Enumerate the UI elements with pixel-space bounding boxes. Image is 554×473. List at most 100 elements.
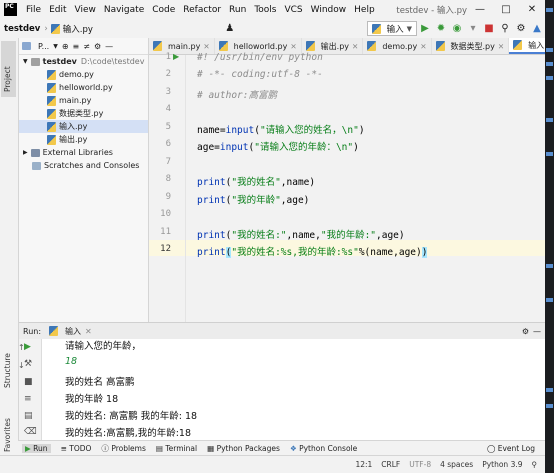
menu-navigate[interactable]: Navigate xyxy=(100,5,148,15)
tab-python-packages[interactable]: ▦ Python Packages xyxy=(207,444,280,453)
coverage-icon[interactable]: ◉ xyxy=(449,23,465,34)
line-separator[interactable]: CRLF xyxy=(381,460,400,469)
project-tool-tab[interactable]: Project xyxy=(3,66,12,92)
menu-file[interactable]: File xyxy=(22,5,45,15)
tab-problems[interactable]: ⓘ Problems xyxy=(101,443,145,454)
run-console-output[interactable]: 请输入您的年龄， 18 我的姓名 高富鹏 我的年龄 18 我的姓名: 高富鹏 我… xyxy=(42,339,545,440)
tree-file[interactable]: helloworld.py xyxy=(19,81,148,94)
line-number: 6 xyxy=(165,139,171,149)
close-tab-icon[interactable]: ✕ xyxy=(498,42,504,51)
tab-label: Python Console xyxy=(299,444,358,453)
menu-view[interactable]: View xyxy=(71,5,100,15)
chevron-down-icon[interactable]: ▼ xyxy=(53,43,58,50)
tab-label: Terminal xyxy=(165,444,198,453)
event-log-button[interactable]: ◯ Event Log xyxy=(487,444,535,453)
menu-window[interactable]: Window xyxy=(307,5,351,15)
menu-edit[interactable]: Edit xyxy=(45,5,70,15)
tab-datatypes[interactable]: 数据类型.py ✕ xyxy=(432,38,510,54)
file-label: main.py xyxy=(59,96,92,105)
tab-run[interactable]: ▶ Run xyxy=(22,444,51,453)
collapse-all-icon[interactable]: ≠ xyxy=(83,42,90,51)
gear-icon[interactable]: ⚙ xyxy=(522,327,529,336)
hide-icon[interactable]: — xyxy=(533,327,541,336)
tree-file[interactable]: demo.py xyxy=(19,68,148,81)
python-file-icon xyxy=(50,23,60,34)
bottom-tool-tabs: ▶ Run ≡ TODO ⓘ Problems ▤ Terminal ▦ Pyt… xyxy=(18,440,545,456)
tab-input-active[interactable]: 输入.py✕ xyxy=(509,38,545,54)
lock-icon[interactable]: ⚲ xyxy=(532,460,538,469)
file-encoding[interactable]: UTF-8 xyxy=(409,460,431,469)
tab-label: demo.py xyxy=(382,41,418,51)
code-token: ,age) xyxy=(280,195,310,206)
debug-icon[interactable]: ✹ xyxy=(433,23,449,34)
gear-icon[interactable]: ⚙ xyxy=(94,42,101,51)
python-file-icon xyxy=(47,134,56,145)
more-run-icon[interactable]: ▾ xyxy=(465,23,481,34)
code-token: "我的姓名:%s,我的年龄:%s" xyxy=(231,247,359,258)
file-label: 输入.py xyxy=(59,122,88,131)
settings-icon[interactable]: ⚙ xyxy=(513,23,529,34)
run-config-tab[interactable]: 输入 xyxy=(65,326,81,337)
code-editor[interactable]: #! /usr/bin/env python # -*- coding:utf-… xyxy=(186,52,545,322)
tree-file-selected[interactable]: 输入.py xyxy=(19,120,148,133)
stop-icon[interactable]: ■ xyxy=(481,23,497,34)
locate-icon[interactable]: ⊕ xyxy=(62,42,69,51)
scroll-up-icon[interactable]: ↑ xyxy=(18,343,25,352)
python-interpreter[interactable]: Python 3.9 xyxy=(482,460,522,469)
tree-scratches[interactable]: Scratches and Consoles xyxy=(19,159,148,172)
close-tab-icon[interactable]: ✕ xyxy=(203,42,209,51)
hide-icon[interactable]: — xyxy=(105,42,113,51)
menu-vcs[interactable]: VCS xyxy=(280,5,306,15)
project-panel: P... ▼ ⊕ ≡ ≠ ⚙ — ▼ testdev D:\code\testd… xyxy=(19,38,149,322)
project-view-selector[interactable]: P... xyxy=(38,42,49,51)
expand-all-icon[interactable]: ≡ xyxy=(73,42,80,51)
favorites-tool-tab[interactable]: Favorites xyxy=(3,418,12,452)
code-token: ) xyxy=(353,142,359,153)
tab-label: Python Packages xyxy=(216,444,280,453)
menu-help[interactable]: Help xyxy=(350,5,379,15)
indent-setting[interactable]: 4 spaces xyxy=(440,460,473,469)
line-number: 4 xyxy=(165,104,171,114)
update-icon[interactable]: ▲ xyxy=(529,23,545,34)
tab-demo[interactable]: demo.py ✕ xyxy=(363,38,432,54)
code-token: print xyxy=(197,247,226,258)
caret-position[interactable]: 12:1 xyxy=(355,460,372,469)
close-tab-icon[interactable]: ✕ xyxy=(420,42,426,51)
line-number: 3 xyxy=(165,87,171,97)
breadcrumb-file[interactable]: 输入.py xyxy=(63,23,93,35)
close-tab-icon[interactable]: ✕ xyxy=(290,42,296,51)
tab-label: Problems xyxy=(111,444,146,453)
tab-python-console[interactable]: ❖ Python Console xyxy=(290,444,357,453)
tab-label: Run xyxy=(33,444,48,453)
close-icon[interactable]: ✕ xyxy=(519,4,545,15)
close-tab-icon[interactable]: ✕ xyxy=(352,42,358,51)
run-config-selector[interactable]: 输入 ▼ xyxy=(366,21,417,36)
structure-tool-tab[interactable]: Structure xyxy=(3,353,12,388)
close-tab-icon[interactable]: ✕ xyxy=(85,327,92,336)
menu-refactor[interactable]: Refactor xyxy=(179,5,225,15)
tab-terminal[interactable]: ▤ Terminal xyxy=(156,444,197,453)
run-icon[interactable]: ▶ xyxy=(417,23,433,34)
menu-tools[interactable]: Tools xyxy=(250,5,280,15)
tree-root[interactable]: ▼ testdev D:\code\testdev xyxy=(19,55,148,68)
tree-file[interactable]: 输出.py xyxy=(19,133,148,146)
minimize-icon[interactable]: — xyxy=(467,4,493,15)
user-icon[interactable]: ♟ xyxy=(222,23,238,34)
breadcrumb-project[interactable]: testdev xyxy=(0,24,44,34)
tab-todo[interactable]: ≡ TODO xyxy=(61,444,92,453)
pycharm-logo-icon xyxy=(4,3,17,16)
ide-window: File Edit View Navigate Code Refactor Ru… xyxy=(0,0,545,473)
scroll-down-icon[interactable]: ↓ xyxy=(18,361,25,370)
tree-file[interactable]: main.py xyxy=(19,94,148,107)
run-gutter-icon[interactable]: ▶ xyxy=(173,52,179,61)
tree-file[interactable]: 数据类型.py xyxy=(19,107,148,120)
search-icon[interactable]: ⚲ xyxy=(497,23,513,34)
code-line: print("我的年龄",age) xyxy=(197,192,309,206)
code-token: "我的年龄:" xyxy=(320,230,377,241)
python-file-icon xyxy=(435,41,445,51)
menu-run[interactable]: Run xyxy=(225,5,250,15)
tree-external-libraries[interactable]: ▶ External Libraries xyxy=(19,146,148,159)
menu-code[interactable]: Code xyxy=(148,5,179,15)
maximize-icon[interactable]: □ xyxy=(493,4,519,15)
console-line: 我的姓名 高富鹏 xyxy=(65,377,135,388)
